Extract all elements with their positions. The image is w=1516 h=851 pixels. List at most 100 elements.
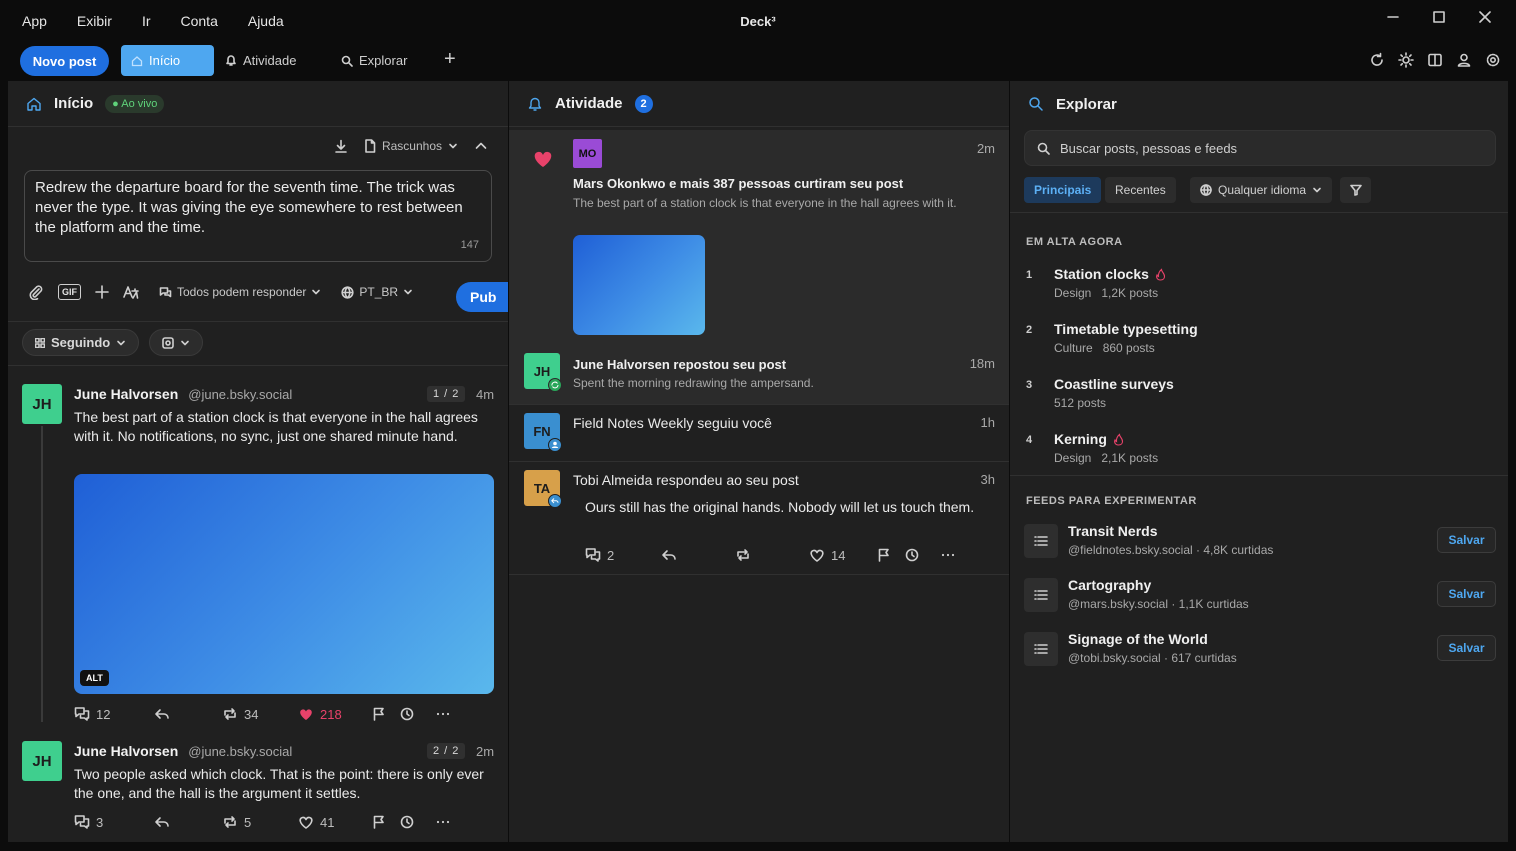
save-feed-button[interactable]: Salvar <box>1437 635 1496 661</box>
report-button[interactable] <box>372 707 400 721</box>
funnel-icon <box>1349 184 1362 196</box>
report-button[interactable] <box>372 815 400 829</box>
flag-icon <box>373 815 384 829</box>
save-feed-button[interactable]: Salvar <box>1437 581 1496 607</box>
avatar[interactable]: JH <box>22 741 62 781</box>
feed-item[interactable]: Cartography @mars.bsky.social · 1,1K cur… <box>1024 576 1496 616</box>
trend-item[interactable]: 2 Timetable typesetting Culture 860 post… <box>1026 321 1486 361</box>
author-name[interactable]: June Halvorsen <box>74 386 178 402</box>
minimize-button[interactable] <box>1370 6 1416 28</box>
notification-title: Mars Okonkwo e mais 387 pessoas curtiram… <box>573 176 904 191</box>
trend-category: Culture <box>1054 341 1093 355</box>
gif-button[interactable]: GIF <box>58 284 81 300</box>
feed-item[interactable]: Signage of the World @tobi.bsky.social ·… <box>1024 630 1496 670</box>
reply-button[interactable]: 2 <box>585 547 661 563</box>
quote-reply-button[interactable] <box>154 706 222 722</box>
notification-item[interactable]: TA 3h Tobi Almeida respondeu ao seu post… <box>509 461 1009 575</box>
notification-item[interactable]: FN 1h Field Notes Weekly seguiu você <box>509 404 1009 461</box>
quote-reply-button[interactable] <box>661 547 735 563</box>
bell-icon <box>528 97 542 111</box>
reply-arrow-icon <box>155 709 169 719</box>
tab-explorar[interactable]: Explorar <box>341 45 407 76</box>
tab-atividade[interactable]: Atividade <box>225 45 296 76</box>
drafts-button[interactable]: Rascunhos <box>364 139 458 153</box>
list-icon <box>1024 632 1058 666</box>
tab-principais[interactable]: Principais <box>1024 177 1102 203</box>
alt-badge[interactable]: ALT <box>80 670 109 686</box>
more-button[interactable] <box>436 815 450 829</box>
trend-name: Station clocks <box>1054 266 1149 282</box>
composer-actions: Rascunhos <box>334 139 488 153</box>
author-name[interactable]: June Halvorsen <box>74 743 178 759</box>
language-dropdown[interactable]: PT_BR <box>341 285 413 299</box>
tab-inicio[interactable]: Início <box>121 45 214 76</box>
like-button[interactable]: 14 <box>809 547 877 563</box>
tab-recentes[interactable]: Recentes <box>1105 177 1176 203</box>
author-handle[interactable]: @june.bsky.social <box>188 744 292 759</box>
avatar[interactable]: MO <box>573 139 602 168</box>
refresh-button[interactable] <box>1369 52 1387 70</box>
add-tab-button[interactable]: + <box>444 44 456 75</box>
image-icon <box>162 336 175 349</box>
more-button[interactable] <box>436 707 450 721</box>
publish-button[interactable]: Pub <box>456 282 508 312</box>
columns-button[interactable] <box>1427 52 1445 70</box>
translate-icon[interactable] <box>123 284 139 300</box>
download-icon[interactable] <box>334 139 348 153</box>
reply-button[interactable]: 3 <box>74 814 154 830</box>
post-image[interactable]: ALT <box>74 474 494 694</box>
language-filter[interactable]: Qualquer idioma <box>1190 177 1333 203</box>
notification-snippet: Spent the morning redrawing the ampersan… <box>573 376 814 390</box>
like-button[interactable]: 218 <box>298 706 372 722</box>
settings-button[interactable] <box>1485 52 1503 70</box>
notification-item[interactable]: JH 18m June Halvorsen repostou seu post … <box>509 350 1009 404</box>
composer-toolbar: GIF Todos podem responder PT_BR <box>28 284 413 300</box>
theme-button[interactable] <box>1398 52 1416 70</box>
trend-item[interactable]: 1 Station clocks Design 1,2K posts <box>1026 266 1486 306</box>
feed-item[interactable]: Transit Nerds @fieldnotes.bsky.social · … <box>1024 522 1496 562</box>
report-button[interactable] <box>877 548 905 562</box>
trend-rank: 1 <box>1026 269 1033 281</box>
trend-item[interactable]: 3 Coastline surveys 512 posts <box>1026 376 1486 416</box>
paperclip-icon[interactable] <box>28 284 44 300</box>
repost-button[interactable]: 34 <box>222 706 298 722</box>
media-filter[interactable] <box>149 329 204 356</box>
schedule-button[interactable] <box>400 815 436 829</box>
notification-item[interactable]: MO 2m Mars Okonkwo e mais 387 pessoas cu… <box>509 130 1009 350</box>
repost-button[interactable] <box>735 547 809 563</box>
reply-button[interactable]: 12 <box>74 706 154 722</box>
account-button[interactable] <box>1456 52 1474 70</box>
new-post-button[interactable]: Novo post <box>20 46 109 76</box>
plus-icon[interactable] <box>95 285 109 299</box>
reply-setting-dropdown[interactable]: Todos podem responder <box>159 285 321 299</box>
maximize-button[interactable] <box>1416 6 1462 28</box>
columns-icon <box>1428 53 1442 67</box>
maximize-icon <box>1433 11 1445 23</box>
repost-icon <box>224 816 236 828</box>
flag-icon <box>373 707 384 721</box>
explore-search-input[interactable]: Buscar posts, pessoas e feeds <box>1024 130 1496 166</box>
chat-bubbles-icon <box>159 286 172 297</box>
more-button[interactable] <box>941 548 955 562</box>
quote-reply-button[interactable] <box>154 814 222 830</box>
repost-button[interactable]: 5 <box>222 814 298 830</box>
following-filter[interactable]: Seguindo <box>22 329 140 356</box>
avatar[interactable]: JH <box>22 384 62 424</box>
chevron-up-icon[interactable] <box>474 139 488 153</box>
chevron-down-icon <box>181 340 190 345</box>
author-handle[interactable]: @june.bsky.social <box>188 387 292 402</box>
close-window-button[interactable] <box>1462 6 1508 28</box>
filter-button[interactable] <box>1340 177 1371 203</box>
trend-item[interactable]: 4 Kerning Design 2,1K posts <box>1026 431 1486 471</box>
composer-textarea[interactable]: Redrew the departure board for the seven… <box>24 170 492 262</box>
post-actions: 12 34 218 <box>74 706 450 722</box>
post-card[interactable]: JH June Halvorsen @june.bsky.social 1 / … <box>8 366 508 726</box>
feed-meta: @mars.bsky.social · 1,1K curtidas <box>1068 597 1249 611</box>
like-button[interactable]: 41 <box>298 814 372 830</box>
save-feed-button[interactable]: Salvar <box>1437 527 1496 553</box>
post-card[interactable]: JH June Halvorsen @june.bsky.social 2 / … <box>8 726 508 842</box>
schedule-button[interactable] <box>905 548 941 562</box>
trend-name: Kerning <box>1054 431 1107 447</box>
schedule-button[interactable] <box>400 707 436 721</box>
post-thumbnail[interactable] <box>573 235 705 335</box>
